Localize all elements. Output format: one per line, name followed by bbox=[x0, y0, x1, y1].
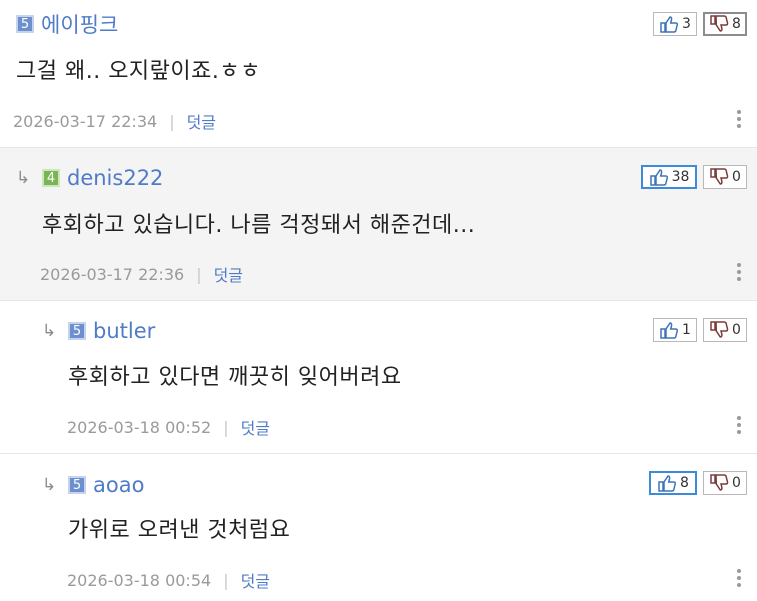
more-vertical-icon[interactable] bbox=[737, 263, 741, 284]
reply-link[interactable]: 덧글 bbox=[214, 262, 243, 286]
thumbs-down-icon bbox=[710, 15, 729, 32]
comment-date: 2026-03-17 22:34 bbox=[13, 111, 158, 131]
comment-header: ↳ 5 butler bbox=[42, 317, 155, 345]
downvote-button[interactable]: 8 bbox=[703, 12, 747, 36]
more-vertical-icon[interactable] bbox=[737, 569, 741, 590]
thumbs-down-icon bbox=[710, 168, 729, 185]
comment-item: ↳ 5 butler 1 0 후회하고 있다면 깨끗히 잊어버려요 2026-0… bbox=[0, 301, 757, 454]
comment-meta: 2026-03-18 00:54 | 덧글 bbox=[67, 568, 270, 592]
comment-date: 2026-03-17 22:36 bbox=[40, 264, 185, 284]
separator: | bbox=[196, 264, 202, 284]
comment-item: 5 에이핑크 3 8 그걸 왜.. 오지랖이죠.ㅎㅎ 2026-03-17 22… bbox=[0, 0, 757, 148]
separator: | bbox=[169, 111, 175, 131]
level-badge: 5 bbox=[16, 15, 34, 33]
upvote-count: 1 bbox=[682, 322, 691, 338]
comment-meta: 2026-03-17 22:36 | 덧글 bbox=[40, 262, 243, 286]
upvote-button[interactable]: 1 bbox=[653, 318, 697, 342]
thumbs-up-icon bbox=[658, 475, 677, 492]
comment-item: ↳ 4 denis222 38 0 후회하고 있습니다. 나름 걱정돼서 해준건… bbox=[0, 148, 757, 301]
author-name[interactable]: denis222 bbox=[67, 166, 163, 190]
separator: | bbox=[223, 570, 229, 590]
thumbs-up-icon bbox=[649, 169, 668, 186]
reply-link[interactable]: 덧글 bbox=[241, 568, 270, 592]
downvote-button[interactable]: 0 bbox=[703, 471, 747, 495]
downvote-count: 0 bbox=[732, 322, 741, 338]
upvote-count: 3 bbox=[682, 16, 691, 32]
comment-text: 후회하고 있습니다. 나름 걱정돼서 해준건데... bbox=[42, 213, 476, 238]
author-name[interactable]: butler bbox=[93, 319, 155, 343]
downvote-count: 0 bbox=[732, 475, 741, 491]
comment-header: ↳ 5 aoao bbox=[42, 471, 144, 499]
separator: | bbox=[223, 417, 229, 437]
comment-text: 그걸 왜.. 오지랖이죠.ㅎㅎ bbox=[16, 59, 261, 84]
downvote-count: 0 bbox=[732, 169, 741, 185]
more-vertical-icon[interactable] bbox=[737, 110, 741, 131]
downvote-button[interactable]: 0 bbox=[703, 318, 747, 342]
comment-item: ↳ 5 aoao 8 0 가위로 오려낸 것처럼요 2026-03-18 00:… bbox=[0, 454, 757, 601]
upvote-button[interactable]: 38 bbox=[641, 165, 697, 189]
comment-header: 5 에이핑크 bbox=[16, 10, 118, 38]
reply-arrow-icon: ↳ bbox=[16, 168, 31, 188]
level-badge: 5 bbox=[68, 322, 86, 340]
upvote-button[interactable]: 3 bbox=[653, 12, 697, 36]
reply-arrow-icon: ↳ bbox=[42, 475, 57, 495]
thumbs-up-icon bbox=[660, 16, 679, 33]
vote-group: 8 0 bbox=[643, 471, 747, 495]
comment-header: ↳ 4 denis222 bbox=[16, 164, 163, 192]
more-vertical-icon[interactable] bbox=[737, 416, 741, 437]
reply-link[interactable]: 덧글 bbox=[241, 415, 270, 439]
thumbs-down-icon bbox=[710, 321, 729, 338]
reply-link[interactable]: 덧글 bbox=[187, 109, 216, 133]
author-name[interactable]: aoao bbox=[93, 473, 144, 497]
vote-group: 1 0 bbox=[647, 318, 747, 342]
level-badge: 5 bbox=[68, 476, 86, 494]
vote-group: 3 8 bbox=[647, 12, 747, 36]
upvote-button[interactable]: 8 bbox=[649, 471, 697, 495]
upvote-count: 8 bbox=[680, 475, 689, 491]
comment-text: 후회하고 있다면 깨끗히 잊어버려요 bbox=[68, 365, 402, 390]
downvote-button[interactable]: 0 bbox=[703, 165, 747, 189]
thumbs-up-icon bbox=[660, 322, 679, 339]
vote-group: 38 0 bbox=[635, 165, 747, 189]
comment-date: 2026-03-18 00:52 bbox=[67, 417, 212, 437]
level-badge: 4 bbox=[42, 169, 60, 187]
comment-text: 가위로 오려낸 것처럼요 bbox=[68, 518, 291, 543]
reply-arrow-icon: ↳ bbox=[42, 321, 57, 341]
thumbs-down-icon bbox=[710, 474, 729, 491]
upvote-count: 38 bbox=[671, 169, 690, 185]
comment-date: 2026-03-18 00:54 bbox=[67, 570, 212, 590]
downvote-count: 8 bbox=[732, 16, 741, 32]
author-name[interactable]: 에이핑크 bbox=[41, 9, 118, 39]
comment-meta: 2026-03-18 00:52 | 덧글 bbox=[67, 415, 270, 439]
comment-meta: 2026-03-17 22:34 | 덧글 bbox=[13, 109, 216, 133]
